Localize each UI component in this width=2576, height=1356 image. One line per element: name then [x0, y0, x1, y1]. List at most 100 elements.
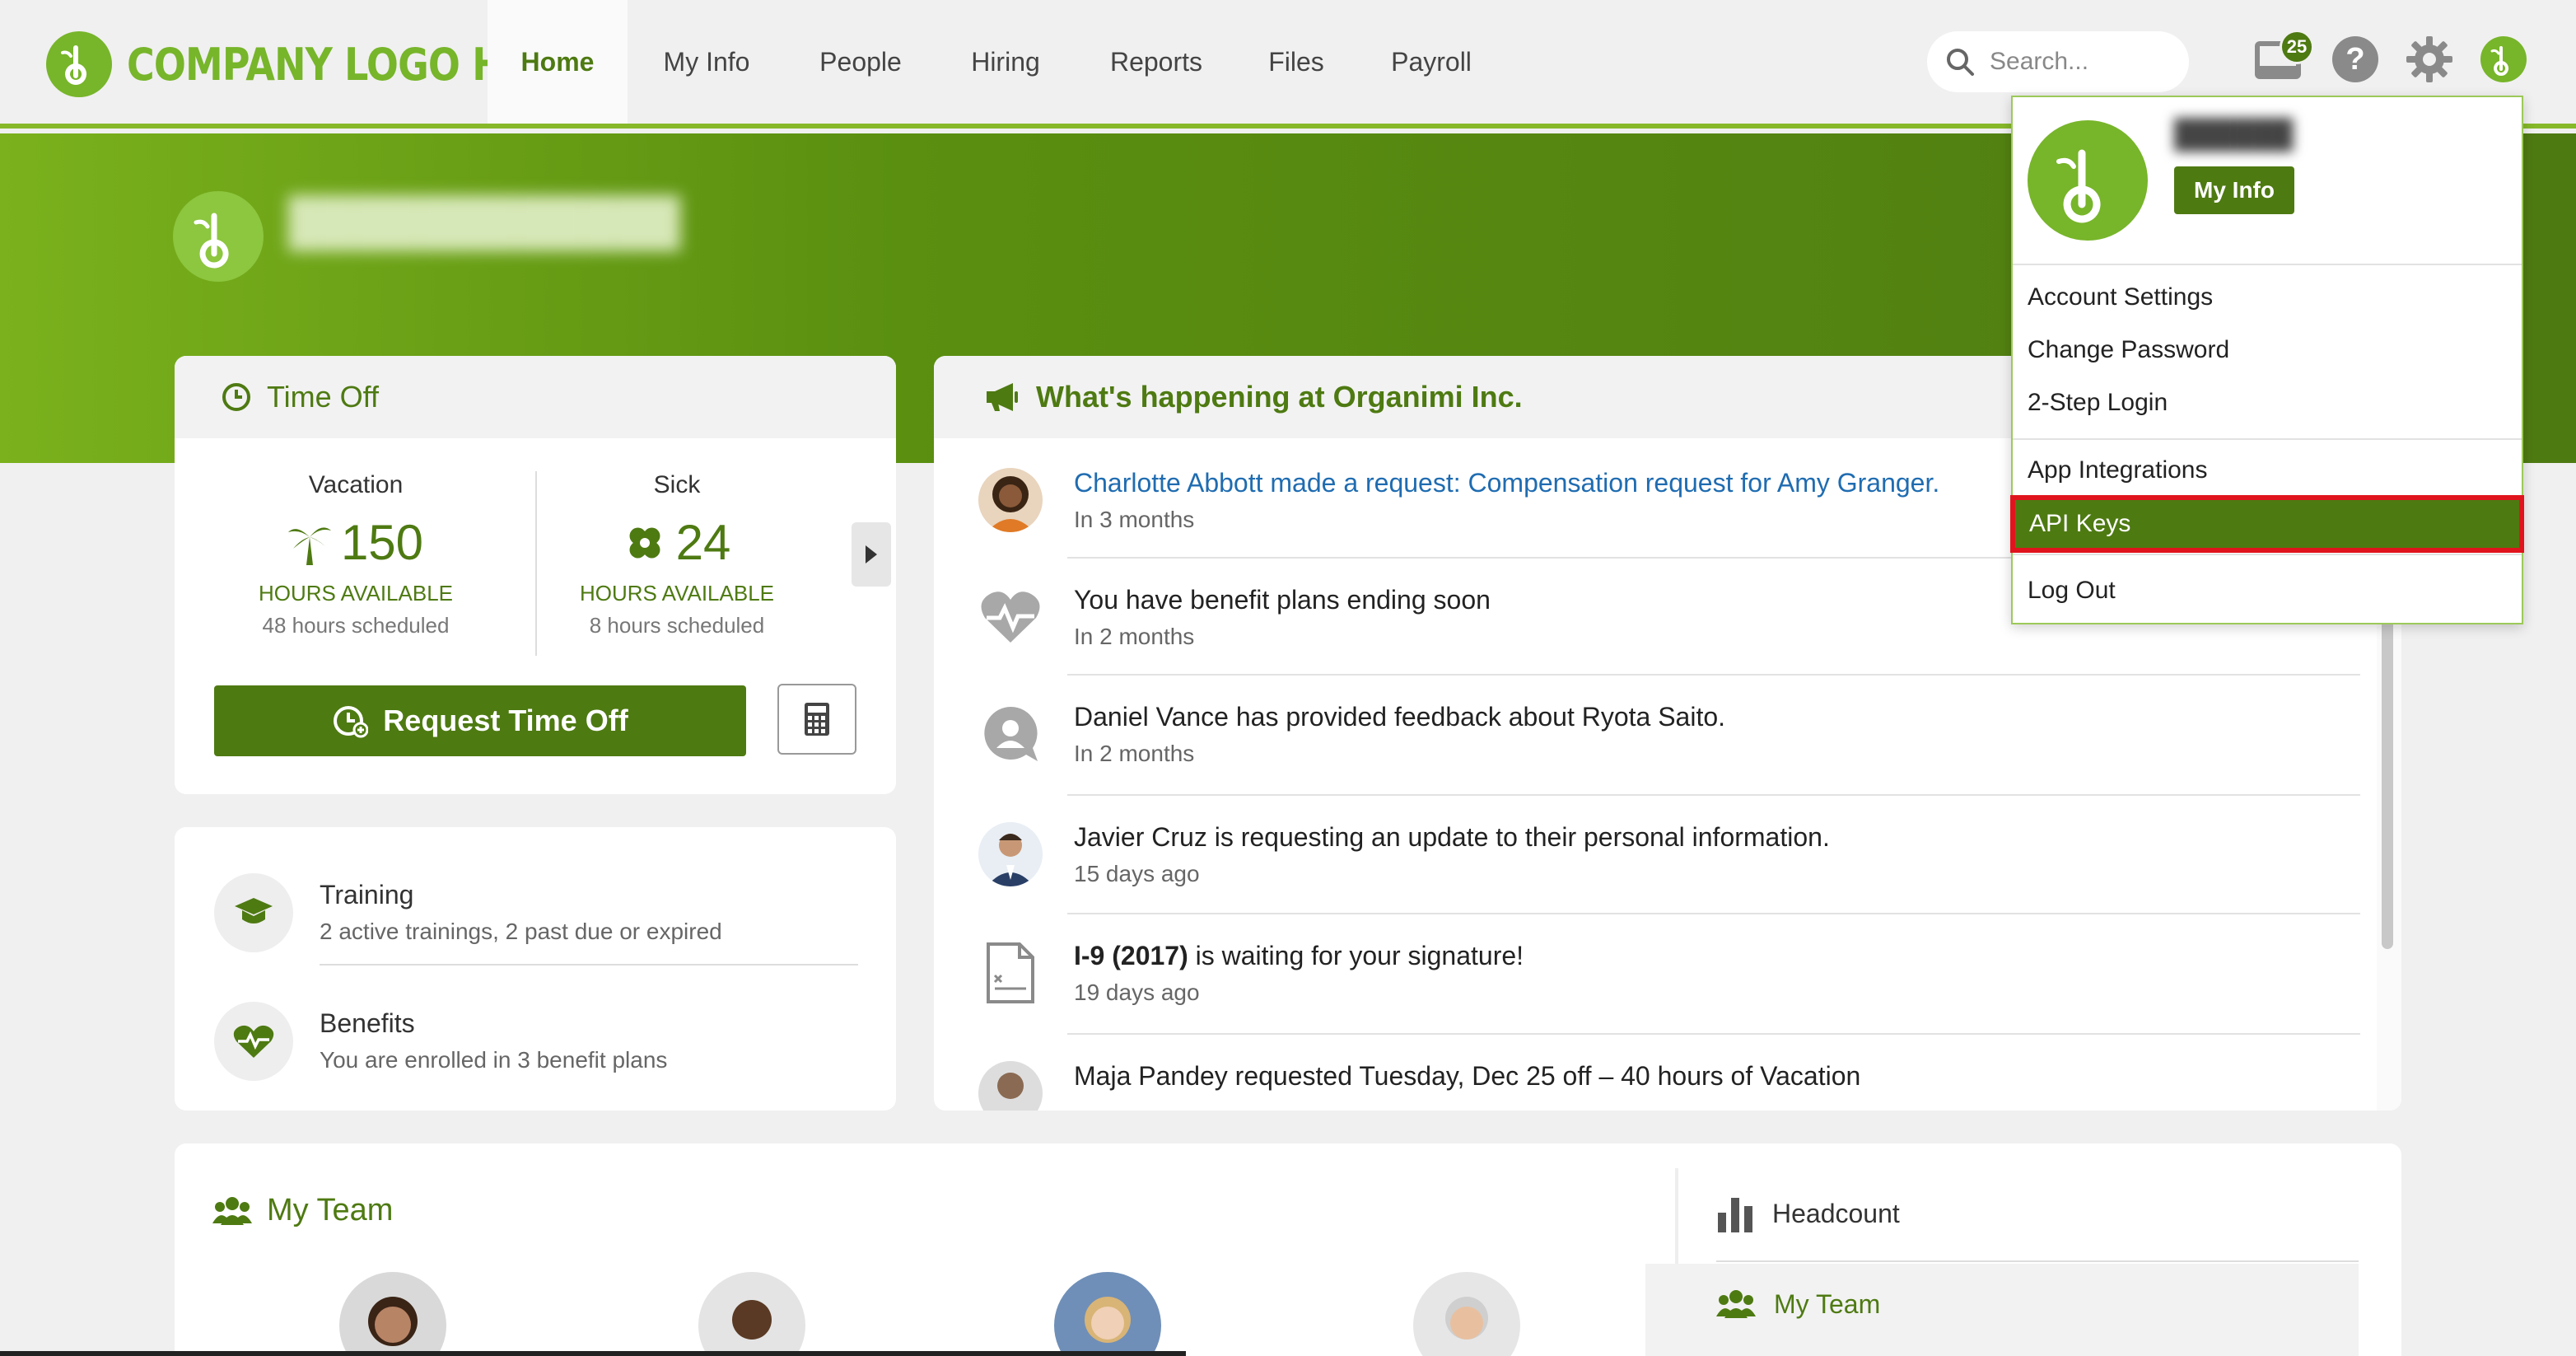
menu-item-log-out[interactable]: Log Out	[2028, 577, 2116, 605]
next-balance-button[interactable]	[852, 522, 891, 587]
sick-hours-value: 24	[675, 515, 731, 570]
my-team-tab-label[interactable]: My Team	[1716, 1288, 1880, 1320]
clock-plus-icon	[334, 706, 369, 738]
document-name[interactable]: I-9 (2017)	[1074, 941, 1188, 970]
account-dropdown-menu: ██████ My Info Account Settings Change P…	[2010, 96, 2524, 624]
menu-item-change-password[interactable]: Change Password	[2028, 336, 2229, 364]
feed-item-title: Daniel Vance has provided feedback about…	[1074, 702, 1726, 732]
search-box[interactable]	[1927, 31, 2189, 92]
training-summary: 2 active trainings, 2 past due or expire…	[320, 919, 722, 944]
feed-item-title: Javier Cruz is requesting an update to t…	[1074, 822, 1830, 852]
training-icon-circle	[214, 873, 293, 952]
training-title: Training	[320, 880, 414, 909]
feed-item-title-rest: is waiting for your signature!	[1188, 941, 1524, 970]
menu-separator	[2013, 264, 2522, 265]
hours-scheduled: 48 hours scheduled	[262, 613, 450, 638]
tab-hiring[interactable]: Hiring	[947, 0, 1064, 124]
feed-divider	[1067, 1033, 2360, 1035]
feed-divider	[1067, 674, 2360, 676]
feed-scrollbar-thumb[interactable]	[2382, 603, 2393, 949]
bar-chart-icon	[1718, 1198, 1752, 1232]
tab-label: Files	[1268, 46, 1324, 77]
javier-cruz-avatar	[978, 822, 1043, 886]
training-benefits-card: Training 2 active trainings, 2 past due …	[175, 827, 896, 1111]
menu-item-api-keys[interactable]: API Keys	[2010, 495, 2524, 553]
feed-item-time: In 2 months	[1074, 741, 1195, 766]
charlotte-abbott-avatar	[978, 468, 1043, 532]
feed-item[interactable]: I-9 (2017) is waiting for your signature…	[978, 941, 2378, 1006]
menu-item-account-settings[interactable]: Account Settings	[2028, 283, 2213, 311]
feed-item[interactable]: Javier Cruz is requesting an update to t…	[978, 822, 2378, 887]
tab-payroll[interactable]: Payroll	[1370, 0, 1492, 124]
feed-title: What's happening at Organimi Inc.	[1036, 380, 1523, 414]
benefits-row[interactable]: Benefits You are enrolled in 3 benefit p…	[214, 1002, 856, 1081]
tab-label: Home	[520, 46, 595, 77]
calculator-icon	[805, 703, 829, 736]
training-row[interactable]: Training 2 active trainings, 2 past due …	[214, 873, 856, 952]
my-info-button[interactable]: My Info	[2174, 166, 2294, 214]
benefits-summary: You are enrolled in 3 benefit plans	[320, 1047, 668, 1073]
maja-pandey-avatar	[978, 1061, 1043, 1111]
bamboo-logo-icon	[194, 213, 229, 269]
user-profile-avatar[interactable]	[173, 191, 264, 282]
tab-files[interactable]: Files	[1247, 0, 1346, 124]
feed-item-time: In 2 months	[1074, 624, 1195, 649]
feed-item-title: I-9 (2017) is waiting for your signature…	[1074, 941, 1524, 971]
window-bottom-edge	[0, 1351, 1186, 1356]
hours-available-label: HOURS AVAILABLE	[258, 581, 454, 606]
menu-item-app-integrations[interactable]: App Integrations	[2028, 456, 2207, 484]
search-icon	[1947, 49, 1974, 76]
tab-people[interactable]: People	[799, 0, 922, 124]
document-signature-icon	[978, 941, 1043, 1005]
benefits-icon-circle	[214, 1002, 293, 1081]
caret-right-icon	[866, 545, 877, 563]
menu-item-2-step-login[interactable]: 2-Step Login	[2028, 389, 2168, 417]
dropdown-user-avatar	[2028, 120, 2148, 241]
bamboo-logo-icon	[2056, 149, 2101, 223]
feed-item-title: Maja Pandey requested Tuesday, Dec 25 of…	[1074, 1061, 1861, 1091]
feed-item-time: 19 days ago	[1074, 980, 1200, 1005]
feed-divider	[1067, 913, 2360, 914]
logo-icon	[46, 31, 112, 97]
feedback-bubble-icon	[978, 702, 1043, 766]
tab-label: People	[819, 46, 902, 77]
headcount-label: Headcount	[1772, 1198, 1900, 1228]
dropdown-user-name-redacted: ██████	[2174, 119, 2294, 150]
benefits-title: Benefits	[320, 1008, 415, 1038]
request-time-off-button[interactable]: Request Time Off	[214, 685, 746, 756]
notification-badge: 25	[2280, 30, 2314, 64]
hours-available-label: HOURS AVAILABLE	[579, 581, 775, 606]
help-icon[interactable]: ?	[2332, 36, 2378, 82]
bamboo-logo-icon	[2490, 46, 2509, 76]
tab-label: Reports	[1109, 46, 1203, 77]
tab-my-info[interactable]: My Info	[642, 0, 771, 124]
tab-label: Payroll	[1391, 46, 1472, 77]
tab-reports[interactable]: Reports	[1090, 0, 1222, 124]
team-people-icon	[212, 1196, 252, 1225]
team-member-photo[interactable]	[339, 1272, 446, 1356]
feed-item[interactable]: Daniel Vance has provided feedback about…	[978, 702, 2378, 767]
settings-gear-icon[interactable]	[2405, 35, 2454, 84]
graduation-cap-icon	[235, 898, 273, 923]
balance-label: Sick	[653, 471, 701, 498]
headcount-tab[interactable]: Headcount	[1716, 1195, 1900, 1232]
feed-item[interactable]: Maja Pandey requested Tuesday, Dec 25 of…	[978, 1061, 2378, 1111]
team-member-photo[interactable]	[1054, 1272, 1161, 1356]
time-off-title: Time Off	[267, 380, 380, 414]
search-input[interactable]	[1990, 48, 2171, 76]
my-team-title: My Team	[267, 1193, 394, 1227]
feed-divider	[1067, 794, 2360, 796]
side-divider	[1716, 1260, 2359, 1262]
tab-home[interactable]: Home	[488, 0, 628, 124]
time-off-clock-icon	[222, 383, 250, 411]
user-avatar-button[interactable]	[2480, 36, 2527, 82]
team-member-photo[interactable]	[1413, 1272, 1520, 1356]
sick-balance[interactable]: Sick 24 HOURS AVAILABLE 8 hours schedule…	[512, 471, 842, 638]
vacation-balance[interactable]: Vacation 150 HOURS AVAILABLE 48 hours sc…	[191, 471, 520, 638]
time-off-calculator-button[interactable]	[777, 684, 856, 755]
balance-label: Vacation	[308, 471, 404, 498]
vacation-hours-value: 150	[340, 515, 424, 570]
hours-scheduled: 8 hours scheduled	[589, 613, 765, 638]
team-member-photo[interactable]	[698, 1272, 805, 1356]
feed-item-link[interactable]: Charlotte Abbott made a request: Compens…	[1074, 468, 1939, 498]
